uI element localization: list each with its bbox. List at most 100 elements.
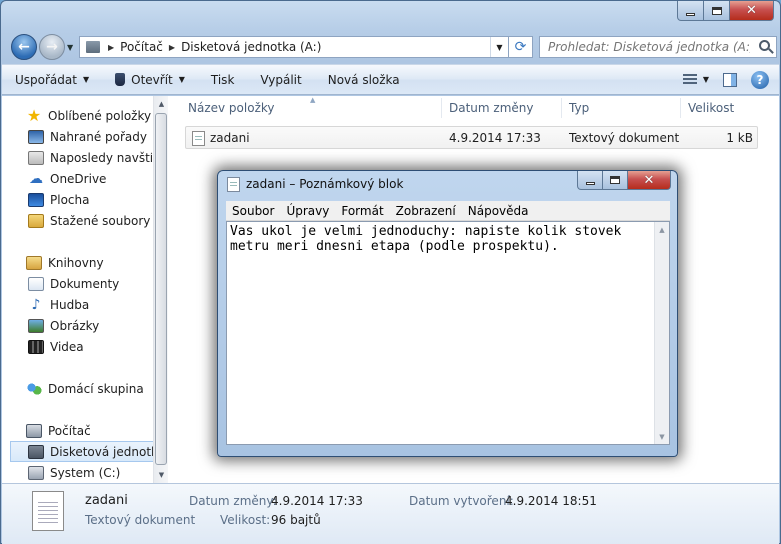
organize-button[interactable]: Uspořádat ▼ <box>2 65 102 94</box>
homegroup-icon <box>26 381 42 396</box>
open-button[interactable]: Otevřít ▼ <box>102 65 198 94</box>
address-bar[interactable]: ▶ Počítač ▶ Disketová jednotka (A:) ▼ <box>79 36 509 58</box>
pictures-icon <box>28 318 44 333</box>
search-icon <box>759 40 770 51</box>
breadcrumb-floppy-drive[interactable]: Disketová jednotka (A:) <box>181 40 321 54</box>
nav-homegroup[interactable]: Domácí skupina <box>2 378 152 399</box>
menu-format[interactable]: Formát <box>335 204 389 218</box>
column-date[interactable]: Datum změny <box>449 101 534 115</box>
chevron-down-icon: ▼ <box>178 75 185 84</box>
nav-item-music[interactable]: ♪ Hudba <box>2 294 152 315</box>
notepad-maximize-button[interactable] <box>603 171 628 190</box>
column-size[interactable]: Velikost <box>688 101 734 115</box>
breadcrumb-separator-icon[interactable]: ▶ <box>108 43 114 52</box>
file-type: Textový dokument <box>569 131 680 145</box>
nav-item-pictures[interactable]: Obrázky <box>2 315 152 336</box>
change-view-icon[interactable] <box>682 73 697 86</box>
nav-label: Videa <box>50 339 84 354</box>
documents-icon <box>28 276 44 291</box>
search-box[interactable] <box>539 36 777 58</box>
file-row[interactable]: zadani 4.9.2014 17:33 Textový dokument 1… <box>185 126 758 149</box>
chevron-down-icon[interactable]: ▼ <box>703 75 709 84</box>
breadcrumb-separator-icon[interactable]: ▶ <box>169 43 175 52</box>
notepad-scrollbar[interactable]: ▲ ▼ <box>654 222 669 444</box>
scroll-up-icon[interactable]: ▲ <box>154 96 169 112</box>
nav-item-onedrive[interactable]: ☁ OneDrive <box>2 168 152 189</box>
maximize-icon <box>610 176 620 184</box>
back-button[interactable]: ← <box>11 34 37 60</box>
text-file-icon <box>192 131 205 146</box>
arrow-right-icon: → <box>46 39 58 55</box>
notepad-close-button[interactable]: ✕ <box>628 171 671 190</box>
nav-item-system-drive[interactable]: System (C:) <box>2 462 152 483</box>
details-size-label: Velikost: <box>220 513 271 527</box>
chevron-down-icon: ▼ <box>496 42 503 52</box>
column-divider[interactable] <box>680 98 681 118</box>
minimize-icon <box>686 12 695 16</box>
nav-item-videos[interactable]: Videa <box>2 336 152 357</box>
notepad-title: zadani – Poznámkový blok <box>246 177 404 191</box>
print-button[interactable]: Tisk <box>198 65 248 94</box>
address-row: ← → ▼ ▶ Počítač ▶ Disketová jednotka (A:… <box>9 32 777 62</box>
nav-label: Domácí skupina <box>48 381 144 396</box>
nav-item-downloads[interactable]: Stažené soubory <box>2 210 152 231</box>
details-pane: zadani Textový dokument Datum změny: 4.9… <box>2 483 779 544</box>
column-type[interactable]: Typ <box>569 101 589 115</box>
minimize-button[interactable] <box>677 1 704 21</box>
film-icon <box>28 339 44 354</box>
navigation-pane: ★ Oblíbené položky Nahrané pořady Naposl… <box>2 96 168 483</box>
refresh-button[interactable]: ⟳ <box>509 36 533 58</box>
recorded-tv-icon <box>28 129 44 144</box>
maximize-icon <box>711 6 722 15</box>
menu-view[interactable]: Zobrazení <box>390 204 462 218</box>
column-name[interactable]: Název položky <box>188 101 274 115</box>
menu-help[interactable]: Nápověda <box>462 204 535 218</box>
details-size-value: 96 bajtů <box>271 513 321 527</box>
search-input[interactable] <box>540 40 750 54</box>
nav-label: Stažené soubory <box>50 213 151 228</box>
notepad-minimize-button[interactable] <box>577 171 603 190</box>
nav-scrollbar[interactable]: ▲ ▼ <box>153 96 168 483</box>
forward-button[interactable]: → <box>39 34 65 60</box>
nav-item-desktop[interactable]: Plocha <box>2 189 152 210</box>
nav-label: Hudba <box>50 297 90 312</box>
scroll-up-icon[interactable]: ▲ <box>655 222 669 237</box>
breadcrumb-computer[interactable]: Počítač <box>120 40 163 54</box>
burn-button[interactable]: Vypálit <box>247 65 314 94</box>
nav-label: Knihovny <box>48 255 104 270</box>
menu-edit[interactable]: Úpravy <box>280 204 335 218</box>
scroll-down-icon[interactable]: ▼ <box>655 429 669 444</box>
nav-item-recorded-tv[interactable]: Nahrané pořady <box>2 126 152 147</box>
recent-pages-dropdown[interactable]: ▼ <box>67 43 73 52</box>
recent-places-icon <box>28 150 44 165</box>
nav-favorites[interactable]: ★ Oblíbené položky <box>2 105 152 126</box>
maximize-button[interactable] <box>704 1 730 21</box>
new-folder-label: Nová složka <box>327 72 400 87</box>
close-button[interactable]: ✕ <box>730 1 774 21</box>
address-dropdown-button[interactable]: ▼ <box>490 37 508 57</box>
nav-label: Naposledy navštíveno <box>50 150 152 165</box>
details-modified-label: Datum změny: <box>189 494 277 508</box>
nav-label: Nahrané pořady <box>50 129 147 144</box>
nav-computer[interactable]: Počítač <box>2 420 152 441</box>
notepad-text-area[interactable]: Vas ukol je velmi jednoduchy: napiste ko… <box>227 222 655 444</box>
close-icon: ✕ <box>643 172 655 188</box>
menu-file[interactable]: Soubor <box>226 204 280 218</box>
column-divider[interactable] <box>561 98 562 118</box>
chevron-down-icon: ▼ <box>82 75 90 84</box>
minimize-icon <box>585 182 595 185</box>
help-icon[interactable]: ? <box>751 70 769 89</box>
nav-item-documents[interactable]: Dokumenty <box>2 273 152 294</box>
new-folder-button[interactable]: Nová složka <box>315 65 413 94</box>
hard-drive-icon <box>28 465 44 480</box>
file-size: 1 kB <box>726 131 753 145</box>
preview-pane-icon[interactable] <box>723 72 737 87</box>
column-divider[interactable] <box>441 98 442 118</box>
open-label: Otevřít <box>131 72 173 87</box>
nav-libraries[interactable]: Knihovny <box>2 252 152 273</box>
notepad-caption-buttons: ✕ <box>577 171 671 190</box>
scrollbar-thumb[interactable] <box>155 113 167 465</box>
scroll-down-icon[interactable]: ▼ <box>154 467 169 483</box>
nav-item-recent-places[interactable]: Naposledy navštíveno <box>2 147 152 168</box>
nav-item-floppy-drive[interactable]: Disketová jednotka (A:) <box>10 441 160 462</box>
